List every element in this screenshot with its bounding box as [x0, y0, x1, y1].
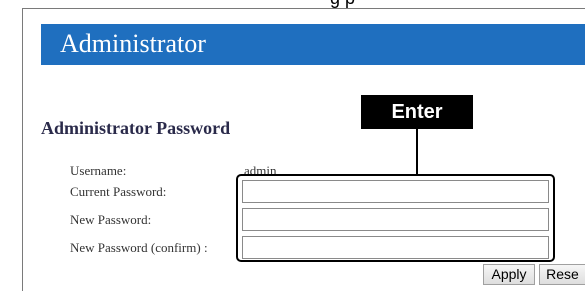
callout-connector-line [416, 129, 418, 175]
username-label: Username: [70, 163, 127, 178]
callout-label: Enter [361, 95, 473, 129]
reset-button[interactable]: Rese [539, 264, 585, 285]
confirm-password-label: New Password (confirm) : [70, 240, 208, 255]
callout-highlight-box [236, 174, 555, 262]
new-password-label: New Password: [70, 212, 152, 227]
page-title: Administrator [60, 29, 206, 58]
section-heading: Administrator Password [41, 118, 231, 138]
clipped-caption-text: g p [330, 0, 355, 8]
current-password-label: Current Password: [70, 184, 167, 199]
title-bar: Administrator [41, 24, 585, 65]
clipped-top-caption: g p [0, 0, 585, 8]
apply-button[interactable]: Apply [483, 264, 535, 285]
